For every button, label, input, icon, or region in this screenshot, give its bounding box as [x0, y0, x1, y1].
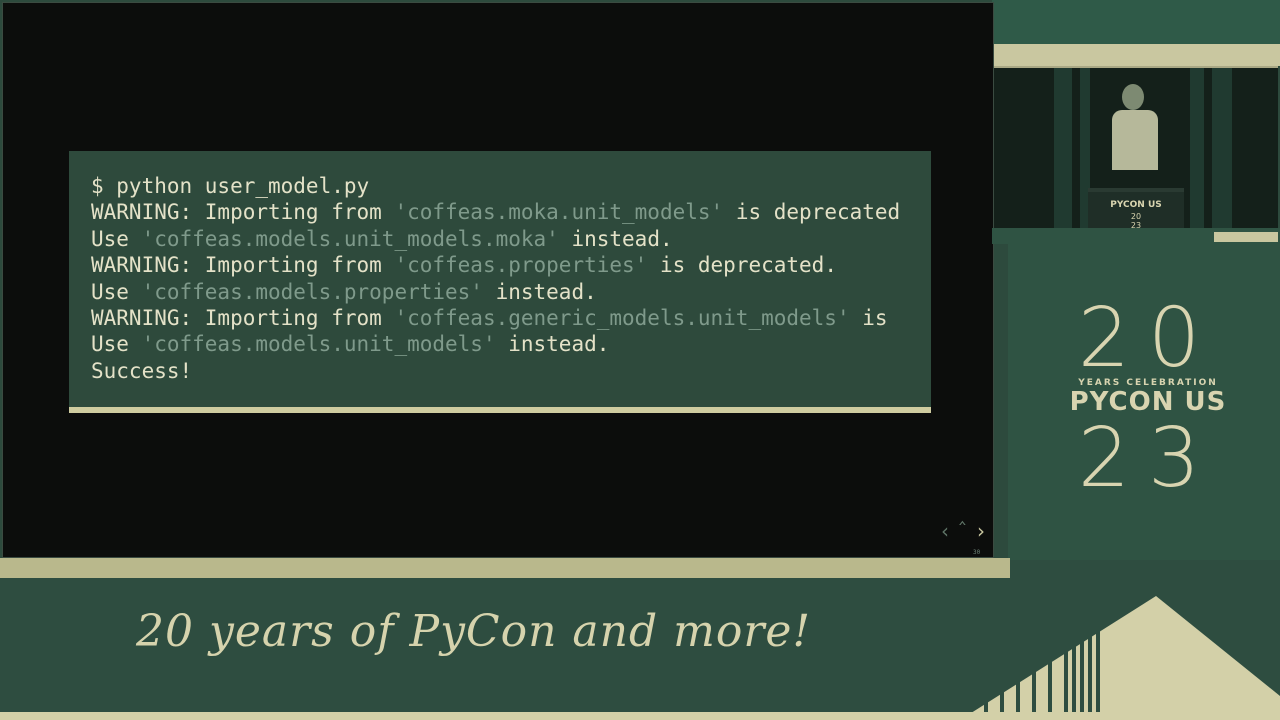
- video-bottom-cream: [1214, 232, 1278, 242]
- background-cream-strip: [992, 44, 1280, 66]
- terminal-text: is deprecated.: [647, 253, 837, 278]
- background-band-top: [992, 0, 1280, 50]
- terminal-text: WARNING: Importing from: [91, 200, 395, 225]
- terminal-string: 'coffeas.models.unit_models': [141, 332, 496, 357]
- speaker-body: [1112, 110, 1158, 170]
- terminal-text: instead.: [558, 226, 673, 251]
- terminal-line: Success!: [91, 358, 931, 384]
- terminal-string: 'coffeas.models.properties': [141, 279, 483, 304]
- terminal-text: Use: [91, 332, 142, 357]
- terminal-text: is deprecated: [723, 200, 901, 225]
- speaker-video: PYCON US 20 23: [994, 66, 1278, 232]
- terminal-line: Use 'coffeas.models.unit_models' instead…: [91, 331, 931, 357]
- speaker-head: [1122, 84, 1144, 110]
- podium-label: PYCON US: [1110, 200, 1162, 210]
- chevron-left-icon[interactable]: ‹: [941, 519, 949, 543]
- tagline: 20 years of PyCon and more!: [136, 606, 812, 657]
- terminal-text: Success!: [91, 358, 193, 383]
- terminal-string: 'coffeas.models.unit_models.moka': [141, 226, 559, 251]
- curtain: [1212, 68, 1232, 230]
- podium-year-top: 20: [1130, 212, 1142, 221]
- slide-navigation: ‹ ‸ ›: [941, 501, 991, 553]
- terminal-text: is: [849, 306, 888, 331]
- bottom-line: [0, 712, 1280, 720]
- terminal-text: instead.: [495, 332, 610, 357]
- terminal-text: instead.: [482, 279, 597, 304]
- terminal-string: 'coffeas.properties': [394, 253, 648, 278]
- logo-bottom-number: 23: [1077, 411, 1219, 506]
- podium: PYCON US 20 23: [1088, 188, 1184, 230]
- terminal-output-panel: $ python user_model.py WARNING: Importing…: [69, 151, 931, 413]
- terminal-text: WARNING: Importing from: [91, 306, 395, 331]
- background-lower-strip: [0, 558, 1010, 578]
- terminal-line: WARNING: Importing from 'coffeas.propert…: [91, 252, 931, 278]
- terminal-line: WARNING: Importing from 'coffeas.generic…: [91, 305, 931, 331]
- terminal-text: Use: [91, 279, 142, 304]
- terminal-text: Use: [91, 226, 142, 251]
- mountain-decoration: [960, 592, 1280, 720]
- slide-page-number: 30: [973, 549, 981, 556]
- terminal-text: $ python user_model.py: [91, 174, 370, 198]
- terminal-string: 'coffeas.generic_models.unit_models': [394, 306, 850, 331]
- presentation-slide: $ python user_model.py WARNING: Importing…: [2, 2, 994, 558]
- terminal-line: WARNING: Importing from 'coffeas.moka.un…: [91, 199, 931, 225]
- chevron-right-icon[interactable]: ›: [977, 519, 985, 543]
- terminal-string: 'coffeas.moka.unit_models': [394, 200, 724, 225]
- curtain: [1190, 68, 1204, 230]
- terminal-output: $ python user_model.py WARNING: Importing…: [91, 173, 931, 384]
- logo-top-number: 20: [1077, 291, 1219, 386]
- terminal-line: $ python user_model.py: [91, 173, 931, 199]
- chevron-up-icon[interactable]: ‸: [959, 501, 966, 525]
- terminal-line: Use 'coffeas.models.properties' instead.: [91, 279, 931, 305]
- terminal-line: Use 'coffeas.models.unit_models.moka' in…: [91, 226, 931, 252]
- pycon-logo: 20 YEARS CELEBRATION PYCON US 23: [1050, 298, 1246, 502]
- curtain: [1054, 68, 1072, 230]
- terminal-text: WARNING: Importing from: [91, 253, 395, 278]
